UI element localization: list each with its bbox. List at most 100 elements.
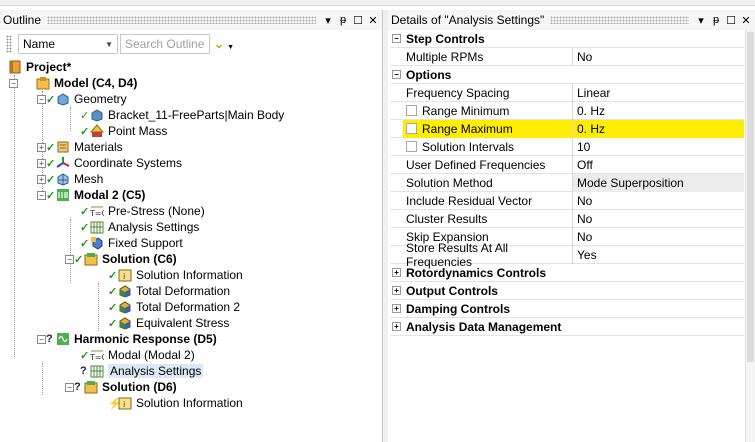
- category-step-controls[interactable]: − Step Controls: [390, 30, 744, 48]
- category-output-controls[interactable]: + Output Controls: [390, 282, 744, 300]
- check-icon: ✓: [108, 269, 118, 282]
- tree-item-equivalent-stress[interactable]: ✓ Equivalent Stress: [108, 315, 229, 331]
- close-icon[interactable]: ✕: [367, 13, 379, 27]
- property-name: Frequency Spacing: [403, 83, 573, 102]
- property-row-frequency-spacing[interactable]: Frequency Spacing Linear: [390, 83, 744, 102]
- property-row-solution-method[interactable]: Solution Method Mode Superposition: [390, 173, 744, 192]
- property-value[interactable]: No: [573, 228, 744, 246]
- parameter-checkbox[interactable]: [406, 105, 417, 116]
- tree-item-solution-information-d6[interactable]: ⚡ i Solution Information: [108, 395, 243, 411]
- filter-type-select[interactable]: Name ▼: [18, 34, 118, 54]
- search-outline-input[interactable]: [120, 34, 210, 54]
- property-row-include-residual-vector[interactable]: Include Residual Vector No: [390, 191, 744, 210]
- tree-label: Modal 2 (C5): [74, 188, 146, 202]
- check-icon: ✓: [108, 317, 118, 330]
- dropdown-icon[interactable]: ▾: [322, 13, 334, 27]
- expand-icon[interactable]: +: [392, 268, 401, 277]
- collapse-icon[interactable]: −: [37, 94, 46, 104]
- tree-item-point-mass[interactable]: ✓ Point Mass: [80, 123, 167, 139]
- property-value[interactable]: 0. Hz: [573, 119, 744, 138]
- collapse-icon[interactable]: −: [37, 334, 46, 344]
- tree-connector: [98, 283, 99, 331]
- expand-icon[interactable]: +: [392, 304, 401, 313]
- tree-item-total-deformation-2[interactable]: ✓ Total Deformation 2: [108, 299, 240, 315]
- question-icon: ?: [80, 365, 87, 377]
- tree-label: Solution (D6): [102, 380, 177, 394]
- category-analysis-data-management[interactable]: + Analysis Data Management: [390, 318, 744, 336]
- tree-item-solution-d6[interactable]: − ? Solution (D6): [65, 379, 177, 395]
- property-value[interactable]: 10: [573, 138, 744, 156]
- expand-icon[interactable]: +: [392, 286, 401, 295]
- property-row-store-results[interactable]: Store Results At All Frequencies Yes: [390, 241, 744, 269]
- tree-item-geometry[interactable]: − ✓ Geometry: [37, 91, 127, 107]
- tree-item-analysis-settings[interactable]: ✓ Analysis Settings: [80, 219, 199, 235]
- tree-label: Bracket_11-FreeParts|Main Body: [108, 108, 285, 122]
- collapse-icon[interactable]: −: [392, 34, 401, 43]
- model-icon: [36, 76, 50, 90]
- property-value[interactable]: 0. Hz: [573, 102, 744, 120]
- parameter-checkbox[interactable]: [406, 141, 417, 152]
- category-options[interactable]: − Options: [390, 66, 744, 84]
- project-book-icon: [8, 60, 22, 74]
- property-value[interactable]: No: [573, 192, 744, 210]
- tree-item-model[interactable]: − Model (C4, D4): [9, 75, 137, 91]
- tree-item-solution-c6[interactable]: − ✓ Solution (C6): [65, 251, 177, 267]
- property-value[interactable]: Off: [573, 156, 744, 174]
- tree-item-modal-2[interactable]: − ✓ Modal 2 (C5): [37, 187, 145, 203]
- pin-icon[interactable]: ᵽ: [710, 13, 722, 27]
- expand-icon[interactable]: +: [37, 174, 46, 184]
- tree-label: Harmonic Response (D5): [74, 332, 217, 346]
- property-row-user-defined-frequencies[interactable]: User Defined Frequencies Off: [390, 155, 744, 174]
- body-icon: [90, 108, 104, 122]
- collapse-icon[interactable]: −: [65, 382, 74, 392]
- property-row-multiple-rpms[interactable]: Multiple RPMs No: [390, 47, 744, 66]
- property-value[interactable]: Yes: [573, 246, 744, 264]
- property-value[interactable]: No: [573, 210, 744, 228]
- tree-item-mesh[interactable]: + ✓ Mesh: [37, 171, 103, 187]
- expand-icon[interactable]: +: [37, 158, 46, 168]
- tree-item-fixed-support[interactable]: ✓ Fixed Support: [80, 235, 183, 251]
- maximize-icon[interactable]: ☐: [725, 13, 737, 27]
- title-grip: [47, 16, 316, 24]
- category-damping-controls[interactable]: + Damping Controls: [390, 300, 744, 318]
- property-name: Solution Intervals: [422, 139, 515, 154]
- geometry-icon: [56, 92, 70, 106]
- tree-item-harmonic-response[interactable]: − ? Harmonic Response (D5): [37, 331, 217, 347]
- details-scrollbar[interactable]: [745, 30, 755, 442]
- collapse-icon[interactable]: −: [65, 254, 74, 264]
- property-row-solution-intervals[interactable]: Solution Intervals 10: [390, 137, 744, 156]
- tree-item-project[interactable]: Project*: [8, 59, 71, 75]
- collapse-icon[interactable]: −: [392, 70, 401, 79]
- property-row-cluster-results[interactable]: Cluster Results No: [390, 209, 744, 228]
- scrollbar-thumb[interactable]: [747, 32, 754, 362]
- expand-icon[interactable]: +: [37, 142, 46, 152]
- tree-item-total-deformation[interactable]: ✓ Total Deformation: [108, 283, 230, 299]
- details-title-bar: Details of "Analysis Settings" ▾ ᵽ ☐ ✕: [388, 10, 755, 30]
- toolbar-grip: [6, 35, 12, 53]
- maximize-icon[interactable]: ☐: [352, 13, 364, 27]
- filter-chevron-icon[interactable]: ⌄: [214, 37, 224, 51]
- property-row-range-minimum[interactable]: Range Minimum 0. Hz: [390, 101, 744, 120]
- tree-item-materials[interactable]: + ✓ Materials: [37, 139, 123, 155]
- tree-item-modal-link[interactable]: ✓ T=0 Modal (Modal 2): [80, 347, 195, 363]
- tree-item-solution-information[interactable]: ✓ i Solution Information: [108, 267, 243, 283]
- dropdown-icon[interactable]: ▾: [695, 13, 707, 27]
- tree-item-analysis-settings-selected[interactable]: ? Analysis Settings: [80, 363, 204, 379]
- collapse-icon[interactable]: −: [37, 190, 46, 200]
- property-value[interactable]: Linear: [573, 84, 744, 102]
- coordinate-axes-icon: [56, 156, 70, 170]
- property-row-range-maximum[interactable]: Range Maximum 0. Hz: [390, 119, 744, 138]
- details-title: Details of "Analysis Settings": [391, 13, 545, 27]
- collapse-icon[interactable]: −: [9, 78, 18, 88]
- outline-pane: Outline ▾ ᵽ ☐ ✕ Name ▼ ⌄ ▼ Project*: [0, 10, 383, 442]
- category-label: Output Controls: [406, 283, 498, 298]
- tree-item-coordinate-systems[interactable]: + ✓ Coordinate Systems: [37, 155, 182, 171]
- tree-item-body[interactable]: ✓ Bracket_11-FreeParts|Main Body: [80, 107, 284, 123]
- tree-item-pre-stress[interactable]: ✓ T=0 Pre-Stress (None): [80, 203, 205, 219]
- close-icon[interactable]: ✕: [740, 13, 752, 27]
- property-value[interactable]: No: [573, 48, 744, 66]
- filter-dropdown-icon[interactable]: ▼: [227, 44, 234, 51]
- pin-icon[interactable]: ᵽ: [337, 13, 349, 27]
- parameter-checkbox[interactable]: [406, 123, 417, 134]
- expand-icon[interactable]: +: [392, 322, 401, 331]
